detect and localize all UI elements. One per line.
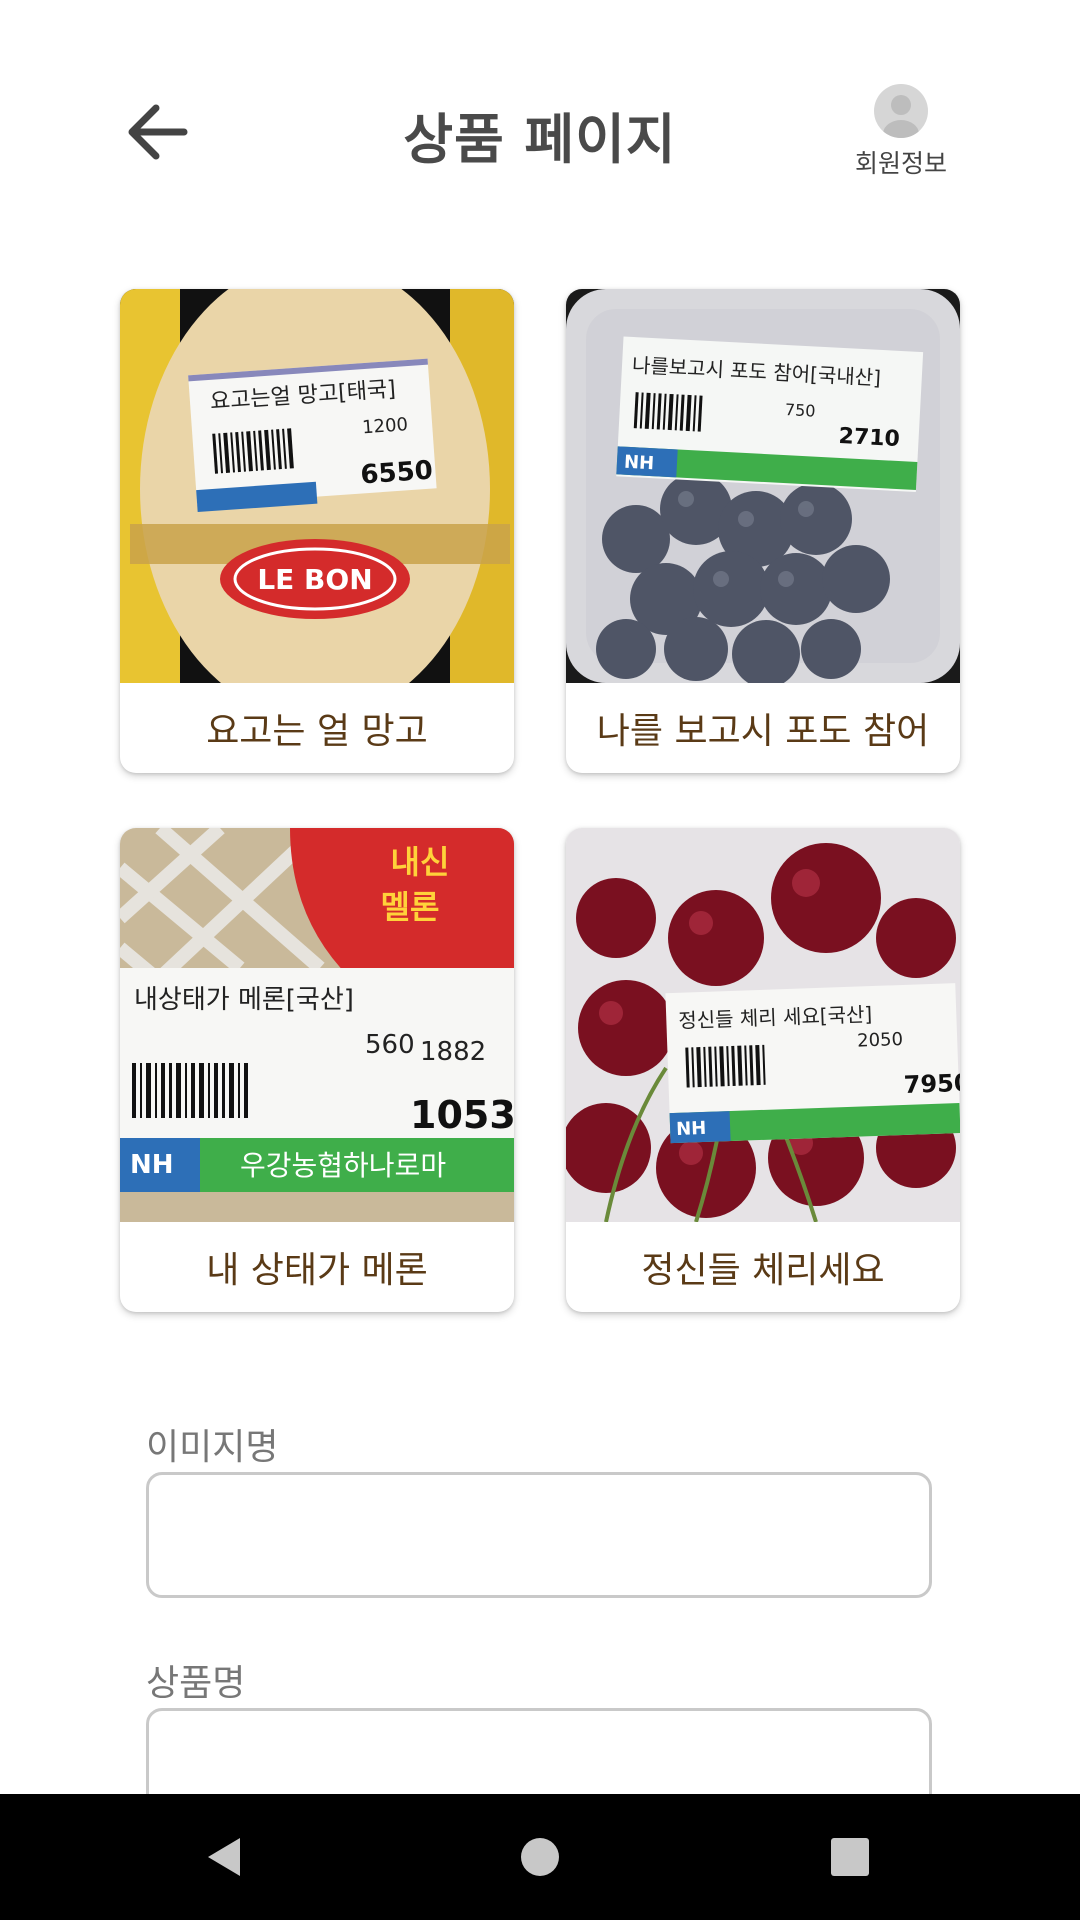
nav-home-button[interactable] (480, 1794, 600, 1920)
unit-price-text: 1200 (361, 414, 408, 438)
product-name: 정신들 체리세요 (641, 1250, 885, 1291)
product-image-grape: 나를보고시 포도 참어[국내산] 750 2710 NH (566, 289, 960, 683)
product-image-melon: 내신 멜론 내상태가 메론[국산] 560 1882 10530 (120, 828, 514, 1222)
unit-price-text: 2050 (857, 1029, 904, 1052)
triangle-back-icon (208, 1838, 240, 1876)
system-navigation-bar (0, 1794, 1080, 1920)
svg-text:NH: NH (623, 452, 654, 475)
product-page-screen: 상품 페이지 회원정보 요고는얼 망고[태국] 1200 6550 LE BON… (0, 0, 1080, 1920)
unit-price-text: 750 (784, 400, 815, 421)
svg-text:멜론: 멜론 (381, 888, 440, 926)
product-card-melon[interactable]: 내신 멜론 내상태가 메론[국산] 560 1882 10530 (120, 828, 514, 1312)
product-image-mango: 요고는얼 망고[태국] 1200 6550 LE BON (120, 289, 514, 683)
svg-text:NH: NH (130, 1150, 174, 1180)
svg-text:NH: NH (676, 1118, 707, 1140)
user-avatar-icon (874, 84, 928, 138)
unit-price-text: 560 (365, 1030, 415, 1060)
member-info-label: 회원정보 (854, 149, 947, 178)
svg-text:LE BON: LE BON (257, 563, 372, 596)
price-text: 6550 (359, 456, 433, 491)
square-recents-icon (831, 1838, 869, 1876)
nav-recents-button[interactable] (790, 1794, 910, 1920)
member-info-button[interactable]: 회원정보 (846, 84, 956, 180)
nav-back-button[interactable] (165, 1794, 285, 1920)
label-text: 내상태가 메론[국산] (134, 985, 354, 1015)
circle-home-icon (521, 1838, 559, 1876)
product-name: 요고는 얼 망고 (206, 711, 428, 752)
price-text: 10530 (410, 1093, 514, 1137)
svg-text:내신: 내신 (391, 843, 450, 881)
svg-text:우강농협하나로마: 우강농협하나로마 (240, 1149, 446, 1182)
product-name: 내 상태가 메론 (206, 1250, 428, 1291)
price-text: 7950 (903, 1069, 960, 1099)
product-name: 나를 보고시 포도 참어 (596, 711, 930, 752)
product-name-label: 상품명 (146, 1663, 246, 1704)
image-name-label: 이미지명 (146, 1427, 279, 1468)
product-image-cherry: 정신들 체리 세요[국산] 2050 7950 NH (566, 828, 960, 1222)
price-text: 2710 (838, 424, 900, 452)
product-card-cherry[interactable]: 정신들 체리 세요[국산] 2050 7950 NH 정신들 체리세요 (566, 828, 960, 1312)
product-card-mango[interactable]: 요고는얼 망고[태국] 1200 6550 LE BON 요고는 얼 망고 (120, 289, 514, 773)
product-card-grape[interactable]: 나를보고시 포도 참어[국내산] 750 2710 NH 나를 보고시 포도 참… (566, 289, 960, 773)
image-name-input[interactable] (146, 1472, 932, 1598)
weight-text: 1882 (420, 1037, 486, 1067)
